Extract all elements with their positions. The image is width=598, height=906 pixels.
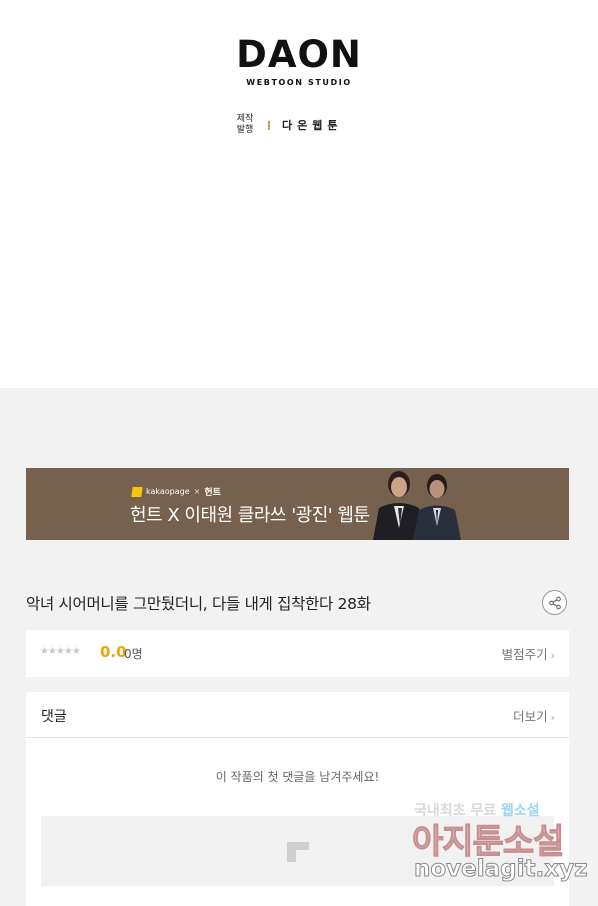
kakaopage-logo-icon — [131, 486, 143, 497]
rate-button-label: 별점주기 — [501, 647, 548, 662]
credit-value: 다온웹툰 — [282, 119, 343, 132]
share-icon — [548, 596, 561, 609]
placeholder-icon — [287, 842, 309, 862]
banner-brand: kakaopage × 헌트 — [131, 485, 221, 498]
logo-sub-text: WEBTOON STUDIO — [246, 78, 352, 87]
episode-title: 악녀 시어머니를 그만뒀더니, 다들 내게 집착한다 28화 — [26, 595, 371, 613]
credit-label: 제작 발행 — [236, 114, 254, 135]
comment-header: 댓글 더보기 › — [26, 692, 569, 738]
comments-more-label: 더보기 — [513, 709, 548, 724]
promo-banner[interactable]: kakaopage × 헌트 헌트 X 이태원 클라쓰 '광진' 웹툰 — [26, 468, 569, 540]
comment-title: 댓글 — [41, 709, 67, 725]
studio-logo: DAON WEBTOON STUDIO — [0, 33, 598, 88]
brand-kakaopage: kakaopage — [146, 487, 190, 496]
rating-count: 0명 — [124, 647, 143, 661]
chevron-right-icon: › — [550, 711, 555, 724]
rating-panel: ★★★★★ 0.0 0명 별점주기 › — [26, 630, 569, 677]
comment-input-placeholder[interactable] — [41, 816, 554, 886]
publisher-credit: 제작 발행 다온웹툰 — [236, 114, 342, 136]
chevron-right-icon: › — [550, 649, 555, 662]
comment-section: 댓글 더보기 › 이 작품의 첫 댓글을 남겨주세요! — [26, 692, 569, 906]
logo-main-text: DAON — [236, 33, 362, 76]
banner-characters-image — [373, 471, 461, 540]
empty-comments-message: 이 작품의 첫 댓글을 남겨주세요! — [215, 770, 380, 784]
rate-button[interactable]: 별점주기 › — [502, 644, 555, 663]
brand-separator: × — [193, 487, 201, 496]
rating-stars: ★★★★★ — [40, 646, 81, 657]
comments-more-button[interactable]: 더보기 › — [513, 706, 555, 725]
banner-title: 헌트 X 이태원 클라쓰 '광진' 웹툰 — [130, 505, 370, 526]
share-button[interactable] — [542, 590, 567, 615]
header-section: DAON WEBTOON STUDIO 제작 발행 다온웹툰 — [0, 0, 598, 388]
credit-divider — [268, 120, 270, 130]
brand-hunt: 헌트 — [204, 488, 221, 498]
rating-score: 0.0 — [100, 643, 127, 661]
